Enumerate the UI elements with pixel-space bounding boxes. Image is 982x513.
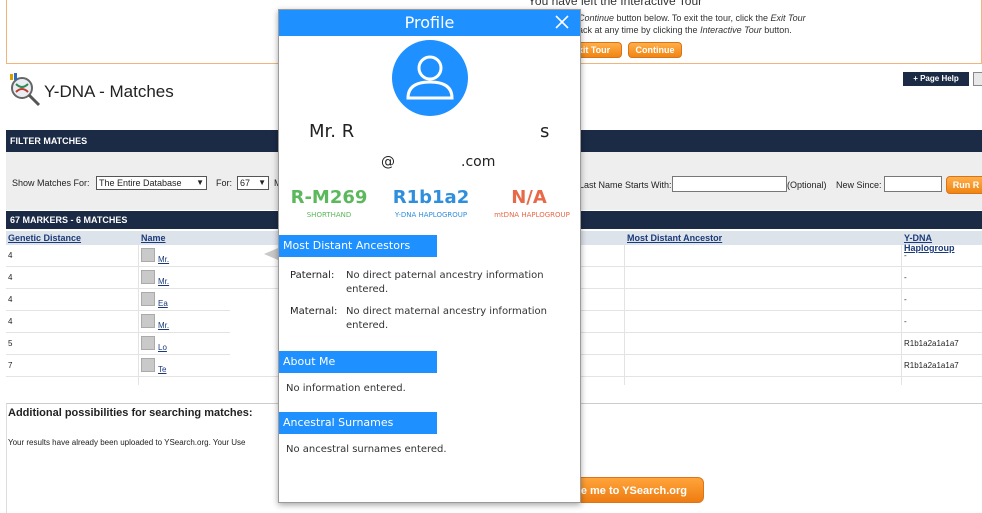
row-name-link[interactable]: Mr. xyxy=(158,277,169,286)
tour-title: You have left the Interactive Tour xyxy=(528,0,703,8)
mtdna-haplogroup-value: N/A xyxy=(511,187,547,208)
user-thumbnail-icon[interactable] xyxy=(141,292,155,306)
page-help-button[interactable]: + Page Help xyxy=(903,72,969,86)
dna-magnifier-icon xyxy=(10,73,41,107)
chevron-down-icon: ▼ xyxy=(196,178,204,187)
new-since-label: New Since: xyxy=(836,180,882,190)
modal-header: Profile xyxy=(279,10,580,36)
row-distance: 4 xyxy=(8,295,13,304)
profile-email-end: .com xyxy=(461,154,496,170)
shorthand-label: SHORTHAND xyxy=(306,211,352,219)
database-select-value: The Entire Database xyxy=(99,178,182,188)
user-thumbnail-icon[interactable] xyxy=(141,358,155,372)
user-thumbnail-icon[interactable] xyxy=(141,336,155,350)
row-haplogroup: R1b1a2a1a1a7 xyxy=(904,339,959,348)
ydna-haplogroup-value: R1b1a2 xyxy=(392,187,470,208)
tour-text-line2: ack at any time by clicking the Interact… xyxy=(578,25,792,35)
run-button[interactable]: Run R xyxy=(946,176,982,194)
user-avatar-icon xyxy=(392,40,468,116)
tour-mask xyxy=(230,309,278,355)
modal-title: Profile xyxy=(404,13,455,32)
row-name-link[interactable]: Te xyxy=(158,365,166,374)
show-for-label: Show Matches For: xyxy=(12,178,90,188)
row-name-link[interactable]: Ea xyxy=(158,299,168,308)
about-section-header: About Me xyxy=(279,351,437,373)
row-name-link[interactable]: Mr. xyxy=(158,255,169,264)
profile-name-end: s xyxy=(540,121,550,142)
header-distance[interactable]: Genetic Distance xyxy=(8,233,81,243)
row-haplogroup: - xyxy=(904,295,907,304)
row-name-link[interactable]: Lo xyxy=(158,343,167,352)
row-distance: 4 xyxy=(8,273,13,282)
markers-select[interactable]: 67 ▼ xyxy=(237,176,269,190)
surnames-section-header: Ancestral Surnames xyxy=(279,412,437,434)
paternal-label: Paternal: xyxy=(290,270,335,281)
tour-pointer-arrow xyxy=(264,248,278,260)
profile-email-start: @ xyxy=(381,154,395,170)
database-select[interactable]: The Entire Database ▼ xyxy=(96,176,207,190)
row-name-link[interactable]: Mr. xyxy=(158,321,169,330)
additional-title: Additional possibilities for searching m… xyxy=(8,407,253,419)
row-haplogroup: - xyxy=(904,317,907,326)
paternal-value: No direct paternal ancestry information … xyxy=(346,270,544,295)
header-name[interactable]: Name xyxy=(141,233,166,243)
tour-text-line1: Continue button below. To exit the tour,… xyxy=(578,13,806,23)
maternal-label: Maternal: xyxy=(290,306,338,317)
close-icon[interactable] xyxy=(554,14,570,30)
optional-label: (Optional) xyxy=(787,180,827,190)
ancestors-section-header: Most Distant Ancestors xyxy=(279,235,437,257)
row-distance: 7 xyxy=(8,361,13,370)
row-haplogroup: R1b1a2a1a1a7 xyxy=(904,361,959,370)
maternal-value: No direct maternal ancestry information … xyxy=(346,306,548,331)
chevron-down-icon: ▼ xyxy=(258,178,266,187)
last-name-label: Last Name Starts With: xyxy=(579,180,672,190)
profile-name-start: Mr. R xyxy=(309,121,355,142)
user-thumbnail-icon[interactable] xyxy=(141,270,155,284)
row-haplogroup: - xyxy=(904,273,907,282)
row-distance: 4 xyxy=(8,251,13,260)
page-title: Y-DNA - Matches xyxy=(44,82,174,101)
surnames-value: No ancestral surnames entered. xyxy=(286,444,447,455)
last-name-input[interactable] xyxy=(672,176,787,192)
secondary-help-button[interactable] xyxy=(973,72,982,86)
row-haplogroup: - xyxy=(904,251,907,260)
header-ancestor[interactable]: Most Distant Ancestor xyxy=(627,233,722,243)
about-value: No information entered. xyxy=(286,383,406,394)
ydna-haplogroup-label: Y-DNA HAPLOGROUP xyxy=(394,211,468,219)
continue-button[interactable]: Continue xyxy=(628,42,682,58)
additional-text: Your results have already been uploaded … xyxy=(8,438,246,447)
markers-select-value: 67 xyxy=(240,178,251,188)
ysearch-button[interactable]: ke me to YSearch.org xyxy=(560,477,704,503)
row-distance: 5 xyxy=(8,339,13,348)
user-thumbnail-icon[interactable] xyxy=(141,314,155,328)
shorthand-value: R-M269 xyxy=(290,187,368,208)
for-label: For: xyxy=(216,178,233,188)
user-thumbnail-icon[interactable] xyxy=(141,248,155,262)
mtdna-haplogroup-label: mtDNA HAPLOGROUP xyxy=(494,211,570,219)
new-since-input[interactable] xyxy=(884,176,942,192)
row-distance: 4 xyxy=(8,317,13,326)
profile-modal: Profile Mr. R s @ .com R-M269 SHORTHAND … xyxy=(278,9,581,503)
